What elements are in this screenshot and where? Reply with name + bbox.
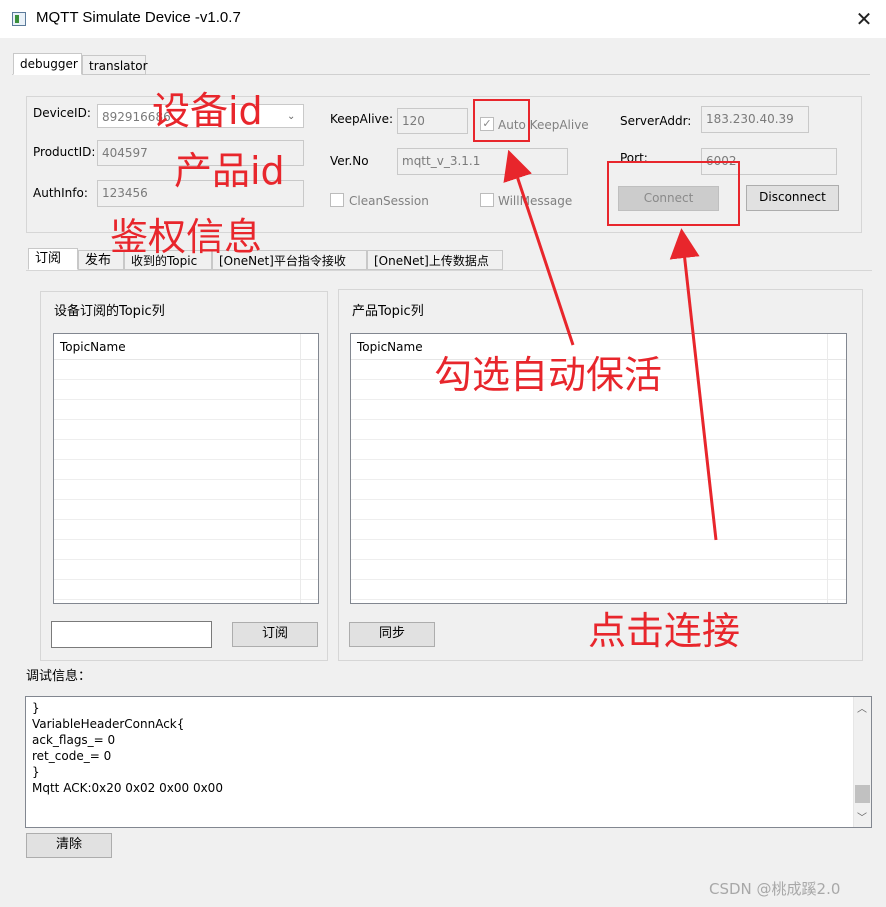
annotation-arrows xyxy=(503,149,718,541)
annotation-auto-keepalive: 勾选自动保活 xyxy=(434,353,663,397)
annotation-product-id: 产品id xyxy=(174,149,285,193)
arrow-to-auto-keepalive xyxy=(503,149,575,346)
arrow-to-connect xyxy=(669,228,718,541)
watermark: CSDN @桃成蹊2.0 xyxy=(709,880,841,898)
annotation-device-id: 设备id xyxy=(152,89,263,133)
annotation-connect: 点击连接 xyxy=(588,609,741,653)
annotation-auth: 鉴权信息 xyxy=(110,215,263,259)
